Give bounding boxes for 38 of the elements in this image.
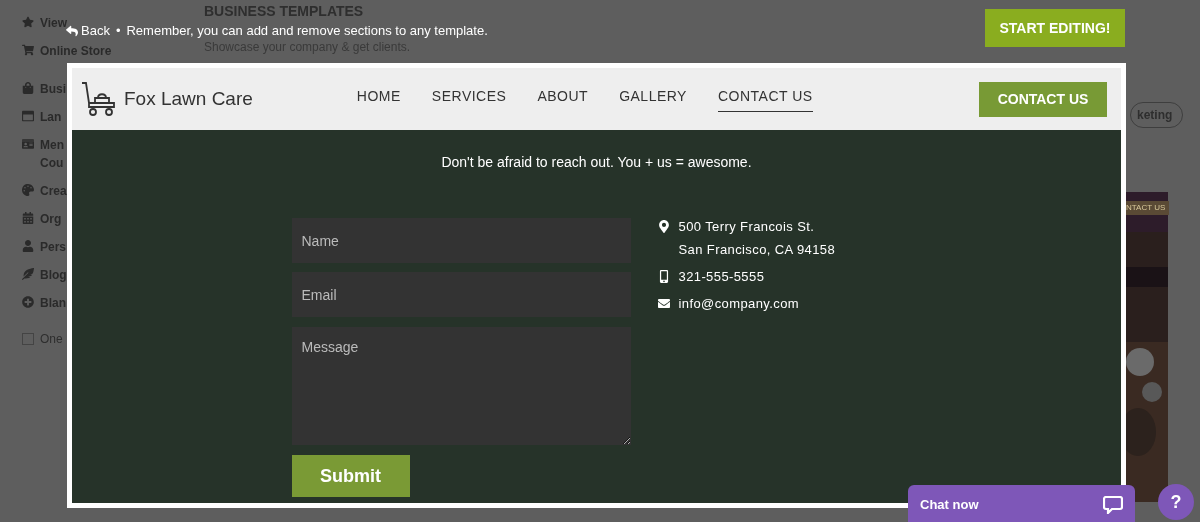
bag-icon	[22, 82, 34, 94]
calendar-icon	[22, 212, 34, 224]
feather-icon	[22, 268, 34, 280]
tagline: Don't be afraid to reach out. You + us = awesome.	[441, 153, 752, 172]
contact-us-button[interactable]: CONTACT US	[979, 81, 1107, 117]
back-button[interactable]: Back	[66, 21, 110, 41]
nav-link[interactable]: ABOUT	[537, 86, 589, 112]
contact-detail: 321-555-5555	[678, 268, 765, 285]
map-pin-icon	[657, 220, 670, 233]
person-icon	[22, 240, 34, 252]
contact-detail: San Francisco, CA 94158	[678, 241, 836, 258]
separator: •	[115, 22, 121, 40]
help-button[interactable]: ?	[1158, 484, 1194, 520]
hint-text: Remember, you can add and remove sections to any template.	[126, 22, 488, 40]
cart-icon	[22, 44, 34, 56]
nav-link[interactable]: GALLERY	[619, 86, 687, 112]
nav-link[interactable]: HOME	[356, 86, 401, 112]
id-card-icon	[22, 138, 34, 150]
mail-icon	[657, 297, 670, 310]
palette-icon	[22, 184, 34, 196]
phone-icon	[657, 270, 670, 283]
chat-bubble-icon	[1103, 496, 1123, 514]
nav-link[interactable]: SERVICES	[431, 86, 507, 112]
lawn-mower-icon	[81, 81, 117, 117]
window-icon	[22, 110, 34, 122]
email-field[interactable]: Email	[291, 272, 631, 317]
brand-name[interactable]: Fox Lawn Care	[124, 84, 253, 114]
message-field[interactable]: Message	[291, 327, 631, 445]
checkbox[interactable]	[22, 333, 34, 345]
contact-detail: info@company.com	[678, 295, 799, 312]
chat-widget[interactable]: Chat now	[908, 485, 1135, 522]
back-icon	[66, 24, 78, 37]
nav-link[interactable]: CONTACT US	[717, 86, 813, 112]
name-field[interactable]: Name	[291, 218, 631, 263]
star-icon	[22, 16, 34, 28]
contact-detail: 500 Terry Francois St.	[678, 218, 816, 235]
submit-button[interactable]: Submit	[291, 455, 410, 497]
start-editing-button[interactable]: START EDITING!	[985, 9, 1125, 47]
